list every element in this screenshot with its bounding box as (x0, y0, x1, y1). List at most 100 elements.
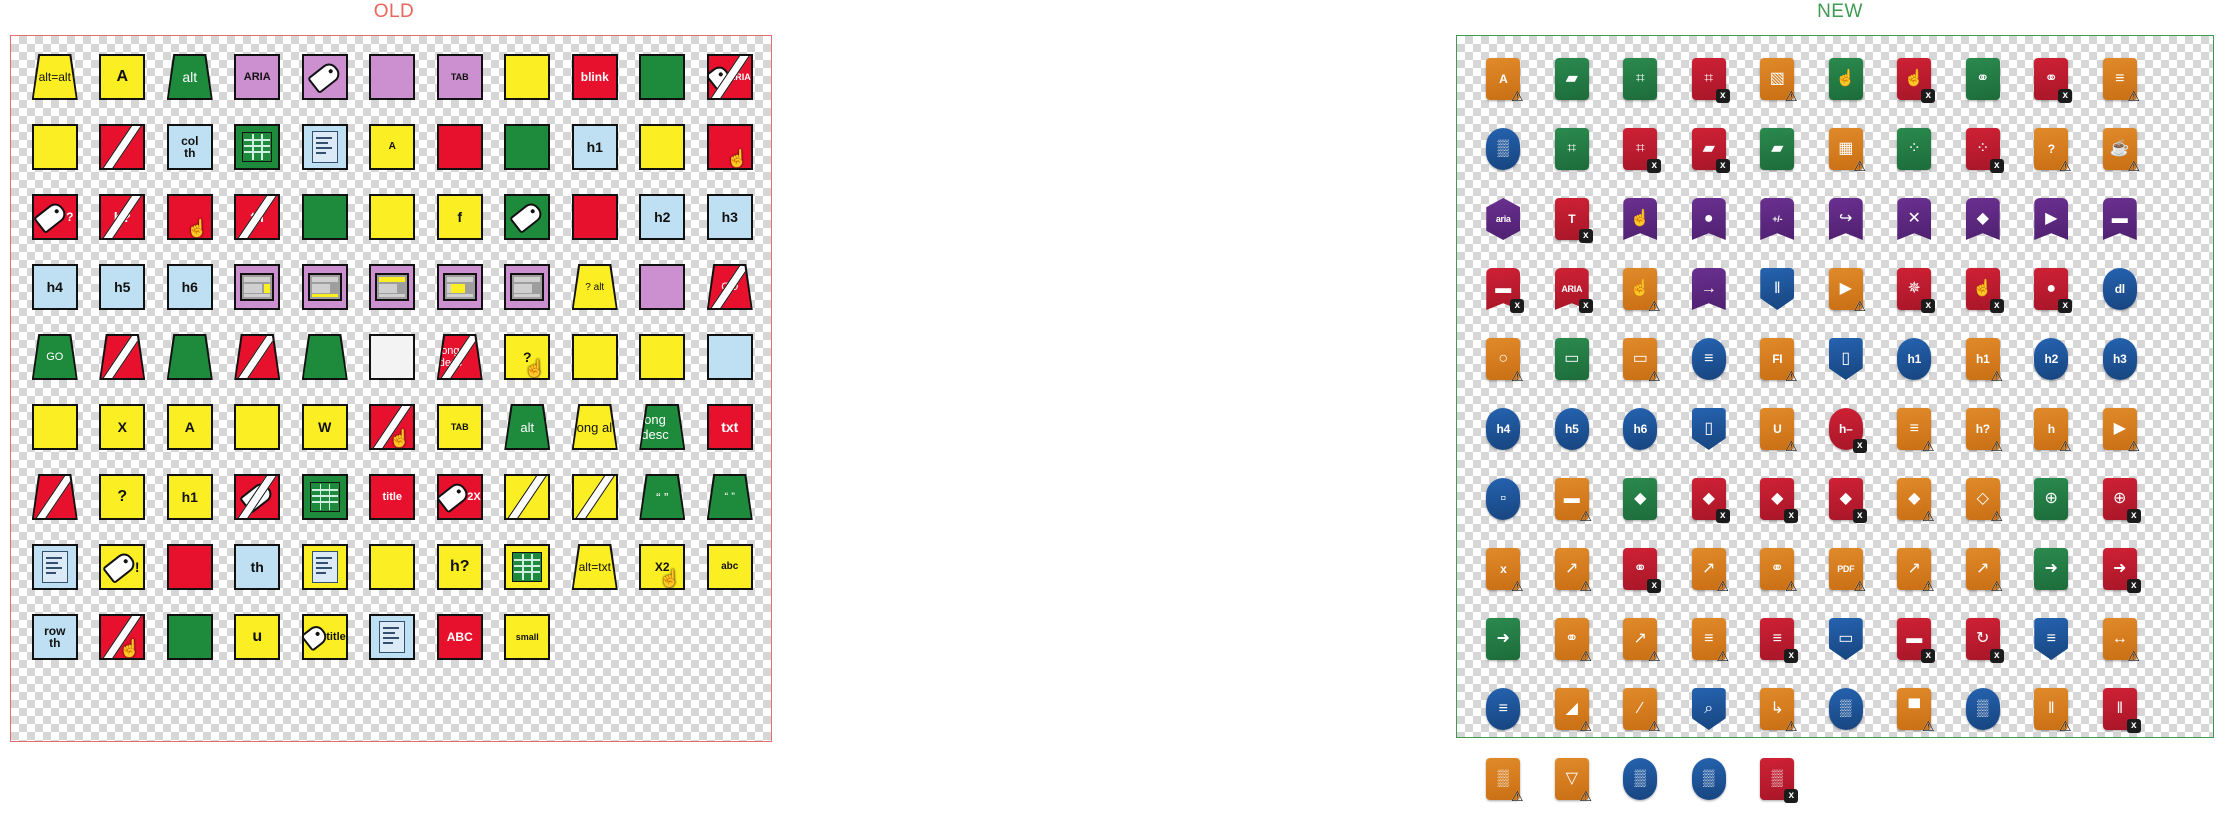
new-icon[interactable]: ⚭ x (1623, 548, 1662, 593)
new-icon[interactable]: ▦ ⚠ (1828, 128, 1866, 173)
new-icon[interactable]: ▶ ⚠ (2102, 408, 2140, 453)
old-icon[interactable]: h4 (31, 264, 78, 310)
old-icon[interactable]: TAB (436, 404, 483, 450)
old-icon[interactable]: GO (31, 334, 78, 380)
new-icon[interactable]: ∕ ⚠ (1623, 688, 1661, 733)
new-icon[interactable]: ⚭ ⚠ (1554, 618, 1592, 663)
new-icon[interactable]: ▒ (1828, 688, 1863, 730)
new-icon[interactable]: ? ⚠ (2034, 128, 2072, 173)
old-icon[interactable]: h5 (99, 264, 146, 310)
new-icon[interactable]: ▧ ⚠ (1760, 58, 1798, 103)
new-icon[interactable]: ☕ ⚠ (2102, 128, 2140, 173)
old-icon[interactable]: ☝ (166, 194, 213, 240)
old-icon[interactable]: ABC (436, 614, 483, 660)
new-icon[interactable]: aria (1486, 198, 1521, 240)
old-icon[interactable]: abc (706, 544, 753, 590)
new-icon[interactable]: ⚭ ⚠ (1760, 548, 1798, 593)
new-icon[interactable]: h2 (2034, 338, 2069, 380)
new-icon[interactable]: ○ ⚠ (1486, 338, 1524, 383)
new-icon[interactable]: h4 (1486, 408, 1521, 450)
new-icon[interactable]: ▬ ⚠ (1554, 478, 1592, 523)
old-icon[interactable] (301, 54, 348, 100)
new-icon[interactable]: ↗ ⚠ (1554, 548, 1592, 593)
new-icon[interactable]: ☝ x (1897, 58, 1936, 103)
old-icon[interactable] (99, 124, 146, 170)
new-icon[interactable]: ⌗ (1554, 128, 1589, 170)
new-icon[interactable]: ▶ ⚠ (1828, 268, 1866, 313)
old-icon[interactable]: th (234, 194, 281, 240)
old-icon[interactable] (301, 474, 348, 520)
new-icon[interactable]: h– x (1828, 408, 1867, 453)
old-icon[interactable] (571, 334, 618, 380)
old-icon[interactable] (166, 334, 213, 380)
new-icon[interactable]: ≡ ⚠ (1897, 408, 1935, 453)
new-icon[interactable]: ▒ ⚠ (1486, 758, 1524, 803)
old-icon[interactable] (369, 614, 416, 660)
new-icon[interactable]: ‖ (1760, 268, 1795, 310)
old-icon[interactable] (301, 264, 348, 310)
new-icon[interactable]: ✵ x (1897, 268, 1936, 313)
new-icon[interactable]: ≡ (1691, 338, 1726, 380)
new-icon[interactable]: ◆ x (1828, 478, 1867, 523)
old-icon[interactable]: long alt (571, 404, 618, 450)
old-icon[interactable] (504, 194, 551, 240)
new-icon[interactable]: ⚭ x (2034, 58, 2073, 103)
new-icon[interactable]: ↗ ⚠ (1623, 618, 1661, 663)
old-icon[interactable] (369, 334, 416, 380)
old-icon[interactable]: alt (504, 404, 551, 450)
old-icon[interactable]: title (301, 614, 348, 660)
new-icon[interactable]: ▯ (1691, 408, 1726, 450)
new-icon[interactable]: ↗ ⚠ (1691, 548, 1729, 593)
old-icon[interactable] (166, 544, 213, 590)
new-icon[interactable]: ▒ (1486, 128, 1521, 170)
new-icon[interactable]: dl (2102, 268, 2137, 310)
new-icon[interactable]: ≡ (1486, 688, 1521, 730)
old-icon[interactable]: row th (31, 614, 78, 660)
old-icon[interactable]: small (504, 614, 551, 660)
new-icon[interactable]: ≡ x (1760, 618, 1799, 663)
new-icon[interactable]: ARIA x (1554, 268, 1593, 313)
new-icon[interactable]: ● (1691, 198, 1726, 240)
old-icon[interactable]: ? ☝ (504, 334, 551, 380)
new-icon[interactable]: ● x (2034, 268, 2073, 313)
new-icon[interactable]: h? ⚠ (1965, 408, 2003, 453)
new-icon[interactable]: h1 (1897, 338, 1932, 380)
new-icon[interactable]: h3 (2102, 338, 2137, 380)
new-icon[interactable]: FI ⚠ (1760, 338, 1798, 383)
old-icon[interactable] (639, 124, 686, 170)
old-icon[interactable] (369, 264, 416, 310)
new-icon[interactable]: ▰ (1760, 128, 1795, 170)
old-icon[interactable] (639, 334, 686, 380)
new-icon[interactable]: ➜ (1486, 618, 1521, 660)
new-icon[interactable]: ⚭ (1965, 58, 2000, 100)
old-icon[interactable] (436, 124, 483, 170)
old-icon[interactable] (504, 54, 551, 100)
new-icon[interactable]: ≡ ⚠ (2102, 58, 2140, 103)
new-icon[interactable]: ▭ ⚠ (1623, 338, 1661, 383)
old-icon[interactable]: TAB (436, 54, 483, 100)
old-icon[interactable]: f (436, 194, 483, 240)
old-icon[interactable] (234, 404, 281, 450)
old-icon[interactable]: h6 (166, 264, 213, 310)
old-icon[interactable] (571, 194, 618, 240)
old-icon[interactable] (234, 474, 281, 520)
old-icon[interactable] (639, 264, 686, 310)
new-icon[interactable]: ▯ (1828, 338, 1863, 380)
new-icon[interactable]: ↔ ⚠ (2102, 618, 2140, 663)
old-icon[interactable] (31, 474, 78, 520)
old-icon[interactable]: th (234, 544, 281, 590)
old-icon[interactable]: alt=alt (31, 54, 78, 100)
new-icon[interactable]: A ⚠ (1486, 58, 1524, 103)
new-icon[interactable]: ↪ (1828, 198, 1863, 240)
old-icon[interactable] (706, 334, 753, 380)
old-icon[interactable]: ? (31, 194, 78, 240)
new-icon[interactable]: h6 (1623, 408, 1658, 450)
old-icon[interactable]: ☝ (369, 404, 416, 450)
new-icon[interactable]: ⌗ x (1691, 58, 1730, 103)
new-icon[interactable]: ▒ (1965, 688, 2000, 730)
new-icon[interactable]: ◆ x (1691, 478, 1730, 523)
new-icon[interactable]: ☝ x (1965, 268, 2004, 313)
old-icon[interactable]: h2 (639, 194, 686, 240)
old-icon[interactable] (504, 544, 551, 590)
old-icon[interactable]: A (166, 404, 213, 450)
